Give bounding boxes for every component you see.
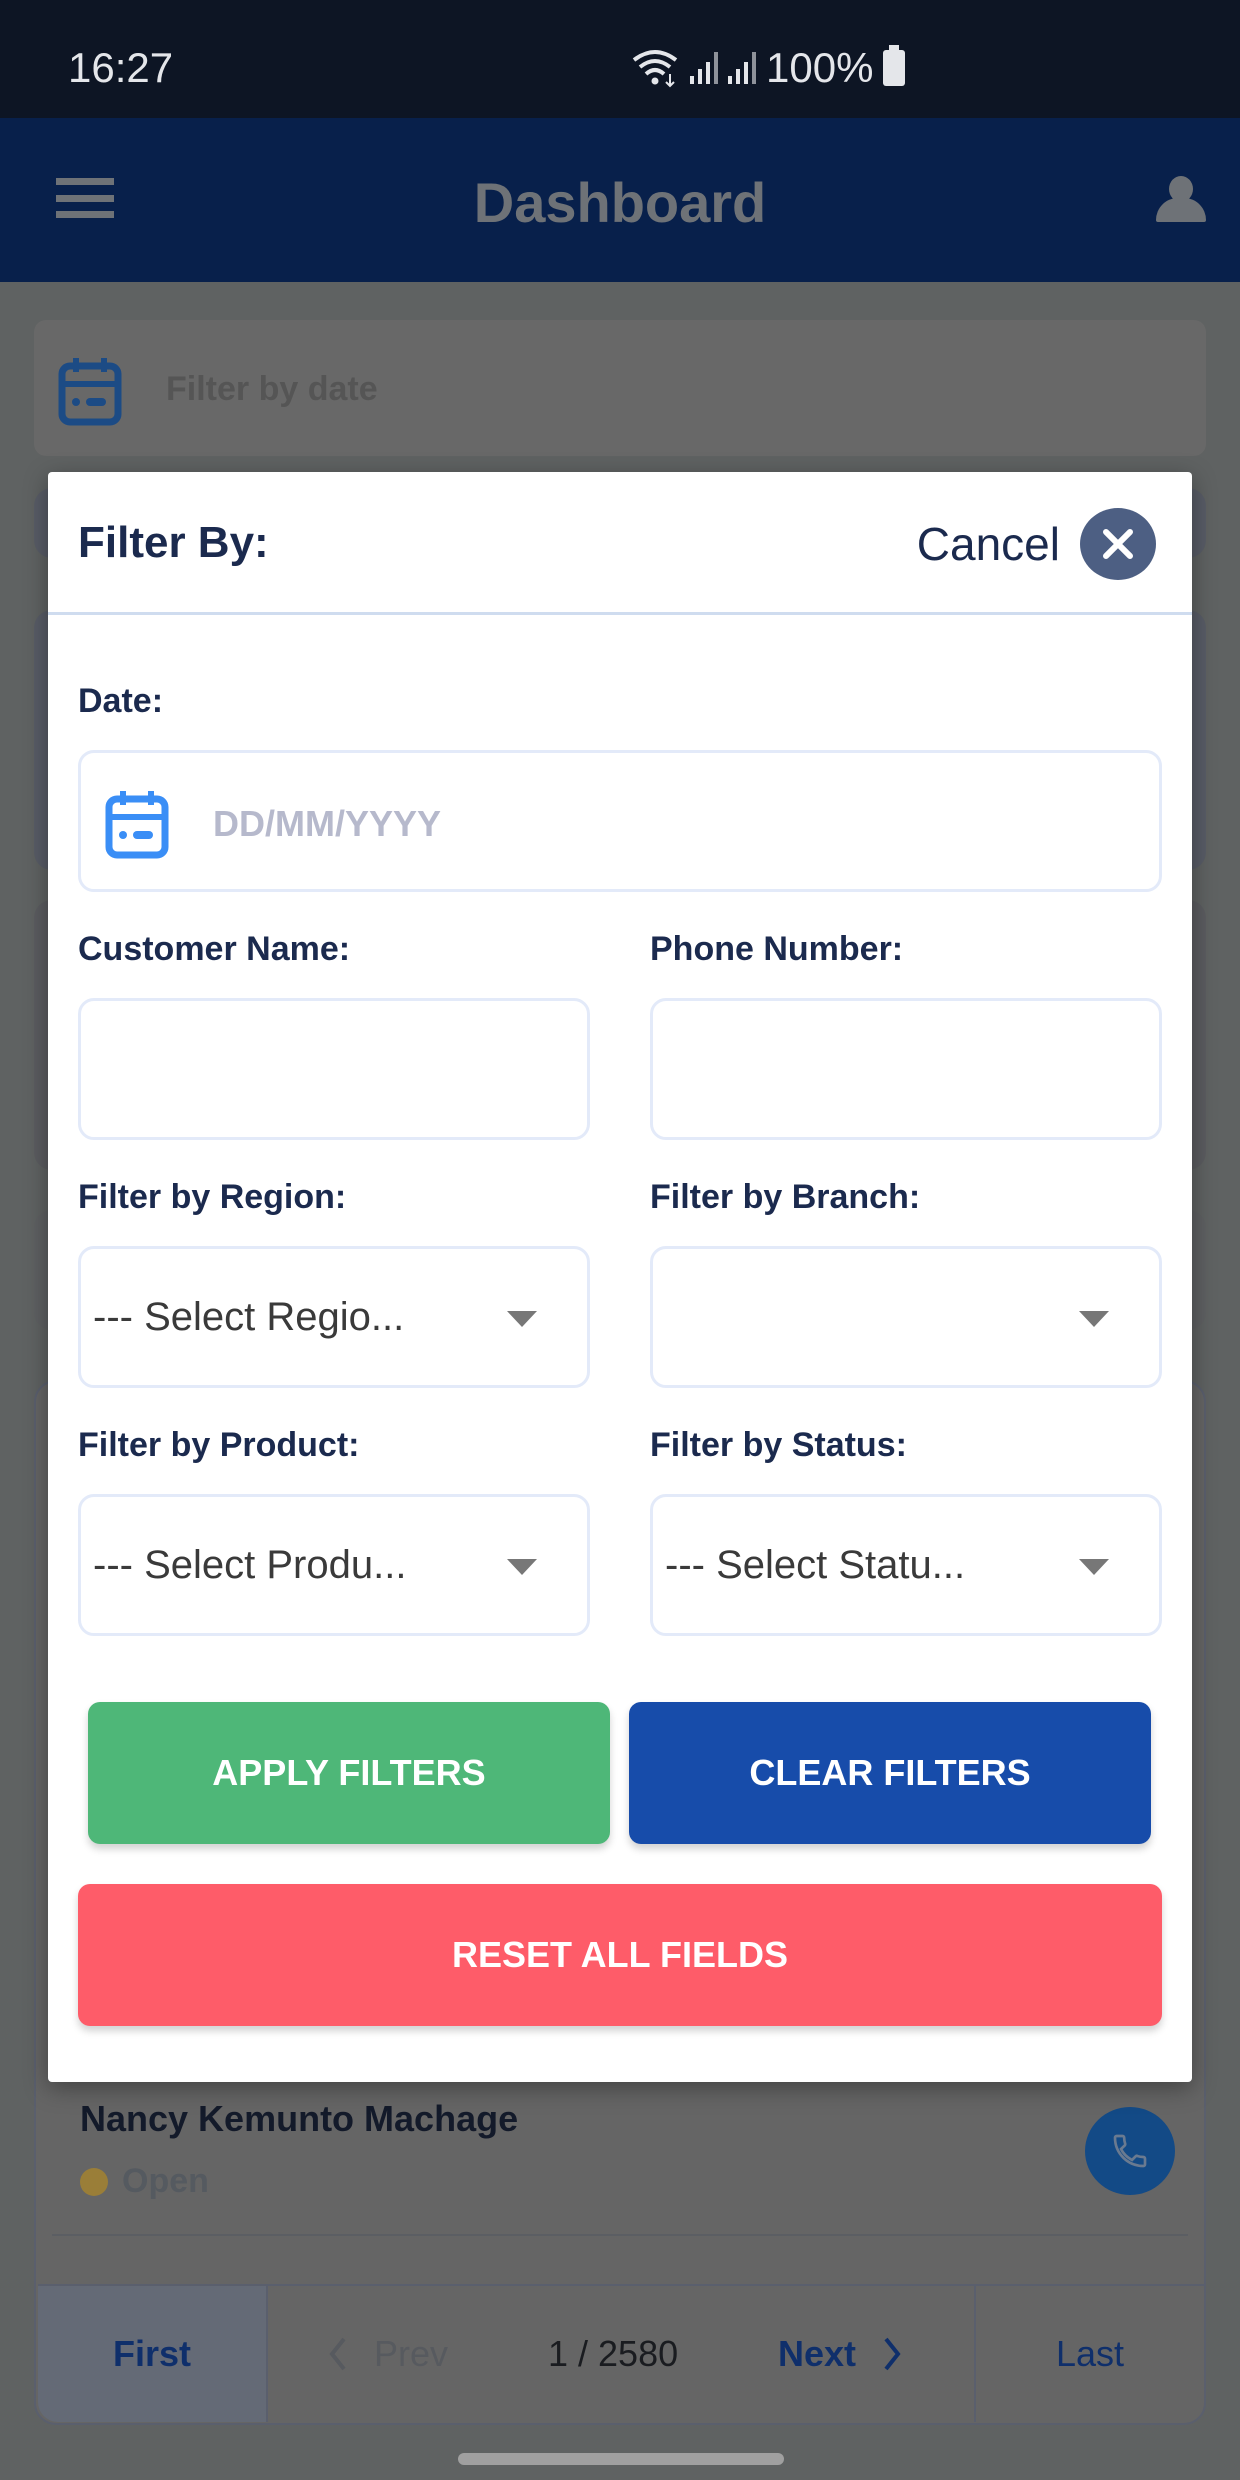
date-label: Date: bbox=[78, 682, 164, 720]
last-page-button[interactable]: Last bbox=[974, 2286, 1204, 2422]
status-bar: 16:27 100% bbox=[0, 0, 1240, 118]
dropdown-caret-icon bbox=[507, 1559, 537, 1575]
app-header: Dashboard bbox=[0, 118, 1240, 282]
next-page-button[interactable]: Next bbox=[778, 2333, 902, 2375]
pagination-middle: Prev 1 / 2580 Next bbox=[268, 2286, 974, 2422]
first-page-button[interactable]: First bbox=[38, 2286, 268, 2422]
list-item-name[interactable]: Nancy Kemunto Machage bbox=[80, 2098, 518, 2140]
calendar-icon bbox=[105, 791, 169, 859]
list-divider bbox=[52, 2234, 1188, 2236]
page-title: Dashboard bbox=[473, 171, 767, 234]
phone-number-label: Phone Number: bbox=[650, 930, 904, 968]
customer-name-label: Customer Name: bbox=[78, 930, 351, 968]
product-label: Filter by Product: bbox=[78, 1426, 360, 1464]
status-selected: --- Select Statu... bbox=[665, 1543, 966, 1587]
prev-page-button[interactable]: Prev bbox=[328, 2333, 448, 2375]
region-label: Filter by Region: bbox=[78, 1178, 347, 1216]
modal-title: Filter By: bbox=[78, 518, 269, 567]
pagination: First Prev 1 / 2580 Next Last bbox=[38, 2284, 1204, 2422]
signal-icon-2 bbox=[728, 52, 756, 84]
close-icon[interactable] bbox=[1080, 508, 1156, 580]
signal-icon-1 bbox=[690, 52, 718, 84]
user-profile-icon[interactable] bbox=[1156, 176, 1206, 222]
home-indicator[interactable] bbox=[458, 2453, 784, 2465]
branch-label: Filter by Branch: bbox=[650, 1178, 921, 1216]
branch-select[interactable] bbox=[650, 1246, 1162, 1388]
cancel-button[interactable]: Cancel bbox=[917, 508, 1156, 580]
call-button[interactable] bbox=[1085, 2107, 1175, 2195]
status-time: 16:27 bbox=[68, 44, 174, 91]
region-select[interactable]: --- Select Regio... bbox=[78, 1246, 590, 1388]
chevron-left-icon bbox=[329, 2337, 346, 2371]
status-icons: 100% bbox=[630, 44, 906, 92]
customer-name-input[interactable] bbox=[78, 998, 590, 1140]
clear-filters-button[interactable]: CLEAR FILTERS bbox=[629, 1702, 1151, 1844]
wifi-icon bbox=[632, 50, 678, 88]
date-filter-bar[interactable]: Filter by date bbox=[34, 320, 1206, 456]
date-filter-label: Filter by date bbox=[166, 370, 378, 408]
apply-filters-button[interactable]: APPLY FILTERS bbox=[88, 1702, 610, 1844]
next-label: Next bbox=[778, 2333, 857, 2374]
date-placeholder: DD/MM/YYYY bbox=[213, 803, 442, 844]
dropdown-caret-icon bbox=[507, 1311, 537, 1327]
calendar-icon bbox=[58, 358, 122, 426]
filter-modal: Filter By: Cancel Date: DD/MM/YYYY Custo… bbox=[48, 472, 1192, 2082]
date-input[interactable]: DD/MM/YYYY bbox=[78, 750, 1162, 892]
region-selected: --- Select Regio... bbox=[93, 1295, 405, 1339]
phone-number-input[interactable] bbox=[650, 998, 1162, 1140]
list-item-status: Open bbox=[80, 2162, 209, 2201]
dropdown-caret-icon bbox=[1079, 1559, 1109, 1575]
chevron-right-icon bbox=[884, 2337, 901, 2371]
cancel-label: Cancel bbox=[916, 518, 1060, 570]
status-label: Open bbox=[122, 2162, 209, 2200]
phone-icon bbox=[1113, 2134, 1147, 2168]
status-dot-icon bbox=[80, 2167, 108, 2196]
battery-icon bbox=[883, 45, 906, 86]
product-selected: --- Select Produ... bbox=[93, 1543, 407, 1587]
reset-all-fields-button[interactable]: RESET ALL FIELDS bbox=[78, 1884, 1162, 2026]
prev-label: Prev bbox=[374, 2333, 449, 2374]
battery-percent: 100% bbox=[766, 44, 874, 91]
product-select[interactable]: --- Select Produ... bbox=[78, 1494, 590, 1636]
modal-header: Filter By: Cancel bbox=[48, 472, 1192, 615]
page-indicator: 1 / 2580 bbox=[548, 2333, 679, 2374]
status-label: Filter by Status: bbox=[650, 1426, 907, 1464]
status-select[interactable]: --- Select Statu... bbox=[650, 1494, 1162, 1636]
dropdown-caret-icon bbox=[1079, 1311, 1109, 1327]
